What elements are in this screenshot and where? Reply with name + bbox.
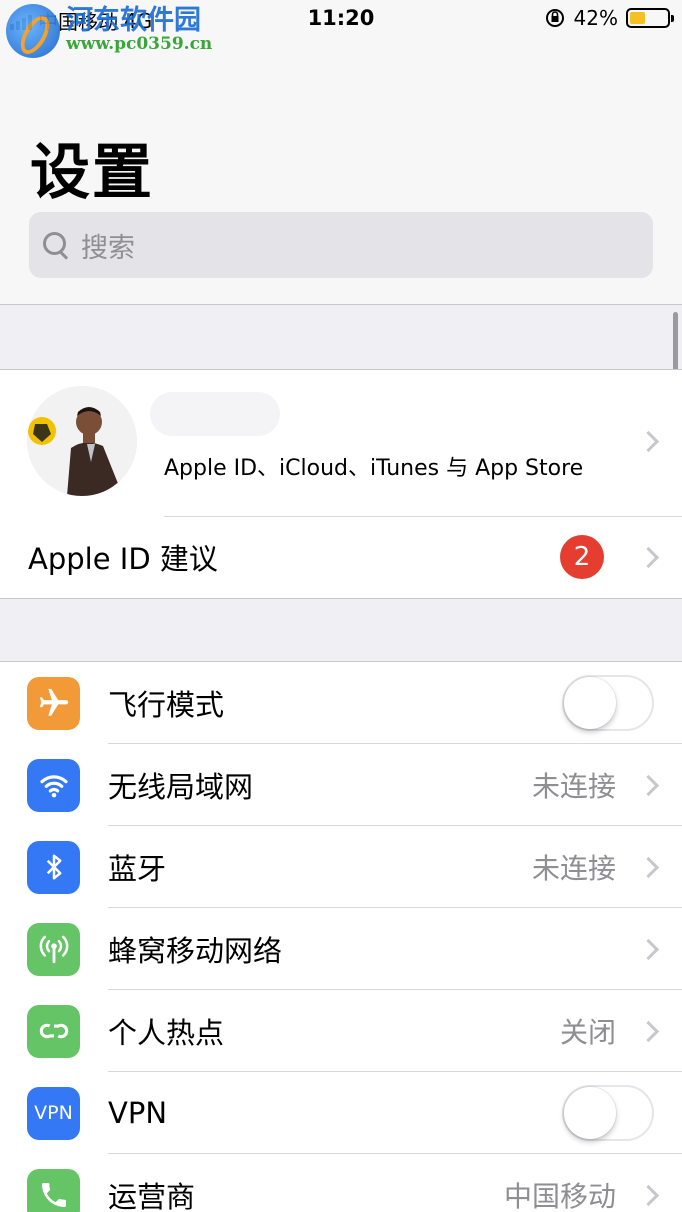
row-value: 未连接	[531, 770, 616, 803]
chevron-right-icon	[637, 1184, 660, 1206]
row-label: 个人热点	[108, 1016, 225, 1050]
chevron-right-icon	[637, 774, 660, 796]
profile-name-redacted	[150, 392, 280, 436]
airplane-mode-toggle[interactable]	[562, 675, 654, 731]
watermark-logo-icon	[6, 4, 60, 58]
settings-row-airplane-mode[interactable]: 飞行模式	[0, 662, 682, 744]
search-bar[interactable]: 搜索	[29, 212, 653, 278]
antenna-icon	[27, 922, 80, 976]
settings-row-hotspot[interactable]: 个人热点 关闭	[0, 990, 682, 1072]
search-icon	[43, 232, 69, 258]
settings-row-wifi[interactable]: 无线局域网 未连接	[0, 744, 682, 826]
watermark-name: 河东软件园	[66, 5, 201, 37]
toggle-knob	[564, 1087, 616, 1139]
settings-row-carrier[interactable]: 运营商 中国移动	[0, 1154, 682, 1212]
profile-group: Apple ID、iCloud、iTunes 与 App Store Apple…	[0, 369, 682, 599]
status-right: 42%	[544, 6, 674, 30]
settings-row-cellular[interactable]: 蜂窝移动网络	[0, 908, 682, 990]
suggestions-label: Apple ID 建议	[28, 542, 218, 576]
battery-percent: 42%	[573, 6, 618, 30]
chevron-right-icon	[637, 1020, 660, 1042]
phone-icon	[27, 1168, 80, 1212]
chevron-right-icon	[637, 430, 660, 453]
toggle-knob	[564, 677, 616, 729]
battery-icon	[626, 8, 674, 28]
apple-id-suggestions-row[interactable]: Apple ID 建议 2	[0, 516, 682, 598]
battery-fill	[630, 12, 646, 24]
bluetooth-icon	[27, 840, 80, 894]
hotspot-icon	[27, 1004, 80, 1058]
chevron-right-icon	[637, 856, 660, 878]
settings-row-vpn[interactable]: VPN VPN	[0, 1072, 682, 1154]
settings-group: 飞行模式 无线局域网 未连接 蓝牙 未连接 蜂窝移动网络 个人热点 关闭 VPN	[0, 661, 682, 1212]
row-value: 未连接	[531, 852, 616, 885]
avatar	[27, 386, 137, 496]
vpn-toggle[interactable]	[562, 1085, 654, 1141]
row-label: 飞行模式	[108, 688, 225, 722]
notification-badge: 2	[560, 535, 604, 579]
row-label: 蜂窝移动网络	[108, 934, 283, 968]
orientation-lock-icon	[545, 9, 564, 27]
wifi-icon	[27, 758, 80, 812]
row-label: 蓝牙	[108, 852, 167, 886]
profile-subtitle: Apple ID、iCloud、iTunes 与 App Store	[164, 456, 584, 481]
watermark-text: 河东软件园 www.pc0359.cn	[66, 7, 212, 54]
chevron-right-icon	[637, 938, 660, 960]
row-value: 关闭	[559, 1016, 616, 1049]
row-label: VPN	[108, 1096, 168, 1130]
airplane-icon	[27, 676, 80, 730]
chevron-right-icon	[637, 546, 660, 568]
profile-row[interactable]: Apple ID、iCloud、iTunes 与 App Store	[0, 370, 682, 516]
header: 设置 搜索	[0, 40, 682, 305]
page-title: 设置	[30, 138, 154, 208]
row-value: 中国移动	[503, 1180, 616, 1212]
settings-row-bluetooth[interactable]: 蓝牙 未连接	[0, 826, 682, 908]
search-placeholder[interactable]: 搜索	[81, 226, 135, 265]
row-label: 运营商	[108, 1180, 196, 1212]
avatar-image	[27, 386, 137, 496]
watermark: 河东软件园 www.pc0359.cn	[6, 4, 212, 58]
row-label: 无线局域网	[108, 770, 254, 804]
vpn-icon: VPN	[27, 1086, 80, 1140]
watermark-url: www.pc0359.cn	[66, 34, 213, 55]
